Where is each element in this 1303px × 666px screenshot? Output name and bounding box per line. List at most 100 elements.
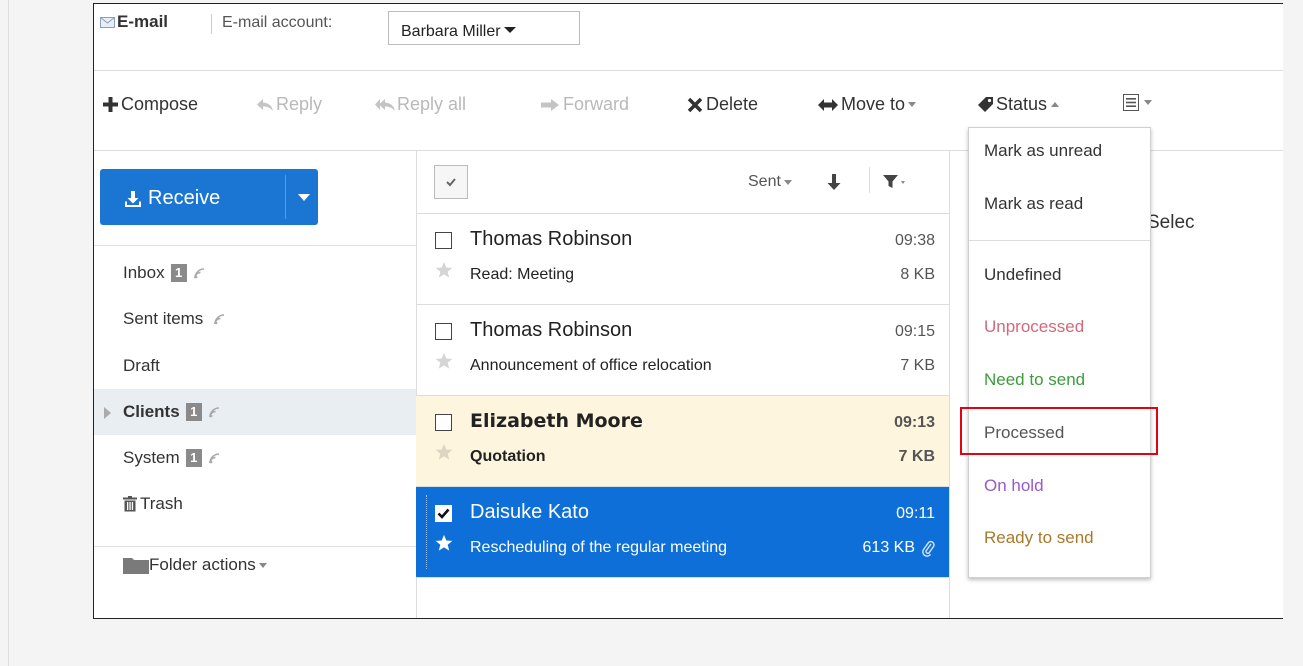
message-sender: Thomas Robinson xyxy=(470,319,633,341)
account-label: E-mail account: xyxy=(222,14,333,31)
message-subject: Quotation xyxy=(470,448,546,465)
message-time: 09:13 xyxy=(894,414,935,431)
chevron-up-icon xyxy=(1051,102,1060,107)
message-time: 09:15 xyxy=(894,323,935,340)
trash-icon xyxy=(123,496,137,512)
message-size: 7 KB xyxy=(900,357,935,374)
rss-icon xyxy=(208,406,219,417)
message-size: 7 KB xyxy=(898,448,935,465)
message-checkbox[interactable] xyxy=(435,323,452,340)
sidebar-item-draft[interactable]: Draft xyxy=(94,343,416,389)
compose-button[interactable]: Compose xyxy=(102,94,198,115)
message-subject: Announcement of office relocation xyxy=(470,357,712,374)
message-list: Sent Thomas Robinson 09:38 Read: Meeting… xyxy=(416,151,950,618)
menu-item-on-hold[interactable]: On hold xyxy=(984,476,1044,496)
highlight-box xyxy=(960,407,1158,455)
table-row[interactable]: Daisuke Kato 09:11 Rescheduling of the r… xyxy=(416,487,949,578)
forward-label: Forward xyxy=(563,94,630,114)
star-icon[interactable] xyxy=(435,261,453,279)
star-icon[interactable] xyxy=(435,534,453,552)
rss-icon xyxy=(193,267,204,278)
message-subject: Rescheduling of the regular meeting xyxy=(470,539,728,556)
chevron-down-icon xyxy=(503,27,516,33)
folder-icon xyxy=(123,558,149,574)
message-checkbox[interactable] xyxy=(435,505,452,522)
checkmark-icon xyxy=(446,178,456,187)
chevron-down-icon xyxy=(258,562,267,568)
sidebar-item-inbox[interactable]: Inbox 1 xyxy=(94,250,416,296)
move-to-label: Move to xyxy=(841,94,906,114)
reply-all-icon xyxy=(375,98,395,111)
list-header: Sent xyxy=(416,151,949,214)
paperclip-icon xyxy=(922,540,935,557)
reply-label: Reply xyxy=(276,94,323,114)
delete-label: Delete xyxy=(706,94,759,114)
receive-dropdown-chevron-icon[interactable] xyxy=(298,194,310,201)
table-row[interactable]: Elizabeth Moore 09:13 Quotation 7 KB xyxy=(416,396,949,487)
sort-label: Sent xyxy=(748,173,781,190)
tag-icon xyxy=(978,97,993,112)
checkmark-icon xyxy=(437,508,450,519)
menu-item-undefined[interactable]: Undefined xyxy=(984,265,1062,285)
folder-label: Draft xyxy=(123,356,160,375)
status-label: Status xyxy=(996,94,1048,114)
receive-split-divider xyxy=(285,175,286,219)
folder-label: Trash xyxy=(140,494,183,513)
sort-dropdown[interactable]: Sent xyxy=(748,173,792,191)
message-sender: Thomas Robinson xyxy=(470,228,633,250)
x-icon xyxy=(687,97,703,112)
sidebar-item-trash[interactable]: Trash xyxy=(94,481,416,527)
move-arrows-icon xyxy=(818,98,838,111)
app-title: E-mail xyxy=(117,12,169,31)
message-size: 613 KB xyxy=(862,539,915,556)
menu-item-need-to-send[interactable]: Need to send xyxy=(984,370,1085,390)
table-row[interactable]: Thomas Robinson 09:15 Announcement of of… xyxy=(416,305,949,396)
menu-item-mark-as-read[interactable]: Mark as read xyxy=(984,194,1083,214)
plus-icon xyxy=(103,97,118,112)
menu-item-ready-to-send[interactable]: Ready to send xyxy=(984,528,1094,548)
message-checkbox[interactable] xyxy=(435,232,452,249)
table-row[interactable]: Thomas Robinson 09:38 Read: Meeting 8 KB xyxy=(416,214,949,305)
message-checkbox[interactable] xyxy=(435,414,452,431)
receive-button-label-wrap: Receive xyxy=(124,187,220,210)
status-menu: Mark as unread Mark as read Undefined Un… xyxy=(968,127,1151,578)
expand-triangle-icon[interactable] xyxy=(104,407,111,419)
folder-label: Inbox xyxy=(123,263,165,282)
menu-item-mark-as-unread[interactable]: Mark as unread xyxy=(984,141,1102,161)
message-sender: Elizabeth Moore xyxy=(470,410,643,432)
folder-pane: Receive Inbox 1 Sent items Draft Clients 1… xyxy=(94,151,417,618)
message-size-wrap: 613 KB xyxy=(863,539,935,557)
delete-button[interactable]: Delete xyxy=(687,94,758,115)
toolbar: Compose Reply Reply all Forward Delete M… xyxy=(94,94,1283,124)
drag-handle[interactable] xyxy=(426,495,428,569)
message-time: 09:38 xyxy=(894,232,935,249)
sidebar-item-clients[interactable]: Clients 1 xyxy=(94,389,416,435)
account-dropdown[interactable]: Barbara Miller xyxy=(388,11,580,45)
folder-actions-label: Folder actions xyxy=(149,555,256,574)
sidebar-divider xyxy=(94,245,416,246)
forward-button[interactable]: Forward xyxy=(540,94,629,115)
star-icon[interactable] xyxy=(435,352,453,370)
compose-label: Compose xyxy=(121,94,199,114)
status-button[interactable]: Status xyxy=(977,94,1060,115)
menu-item-unprocessed[interactable]: Unprocessed xyxy=(984,317,1084,337)
folder-label: Clients xyxy=(123,402,180,421)
chevron-down-icon xyxy=(908,102,917,107)
sort-descending-arrow-icon[interactable] xyxy=(826,173,842,191)
message-size: 8 KB xyxy=(900,266,935,283)
chevron-down-icon xyxy=(1144,100,1152,105)
reply-button[interactable]: Reply xyxy=(256,94,322,115)
sidebar-item-sent-items[interactable]: Sent items xyxy=(94,296,416,342)
move-to-button[interactable]: Move to xyxy=(817,94,917,115)
message-sender: Daisuke Kato xyxy=(470,501,589,523)
sidebar-item-system[interactable]: System 1 xyxy=(94,435,416,481)
reply-all-button[interactable]: Reply all xyxy=(374,94,466,115)
star-icon[interactable] xyxy=(435,443,453,461)
view-options-button[interactable] xyxy=(1123,94,1152,111)
unread-count-badge: 1 xyxy=(185,449,202,467)
folder-actions-menu[interactable]: Folder actions xyxy=(123,555,267,575)
select-all-checkbox[interactable] xyxy=(434,165,468,199)
receive-button[interactable]: Receive xyxy=(100,169,318,225)
header-divider xyxy=(211,14,212,34)
filter-icon[interactable] xyxy=(883,174,909,190)
